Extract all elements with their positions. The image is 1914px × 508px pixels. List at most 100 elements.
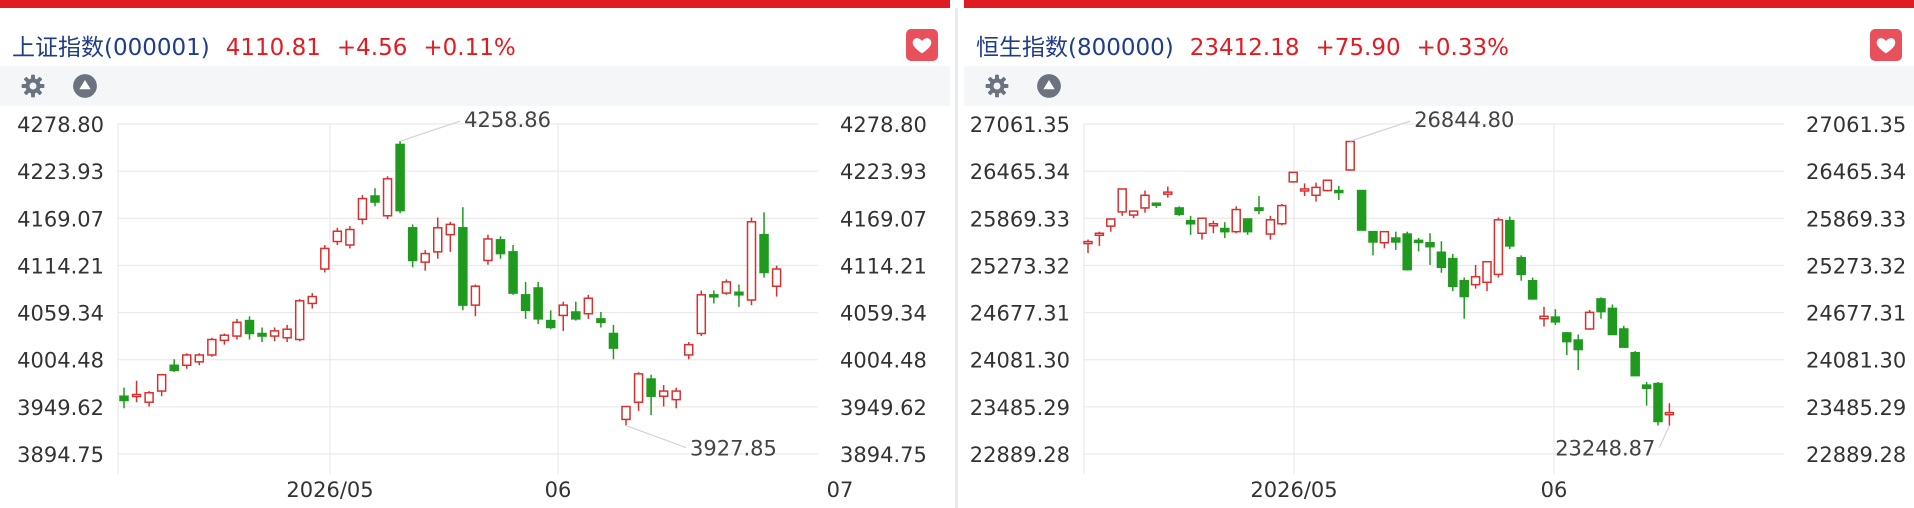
y-tick-label-left: 4114.21 xyxy=(17,254,104,278)
y-tick-label-left: 23485.29 xyxy=(970,396,1070,420)
index-change-pct: +0.11% xyxy=(423,35,516,61)
candle-body xyxy=(533,287,543,320)
candle-body xyxy=(1299,188,1310,192)
candle xyxy=(1505,216,1515,250)
y-tick-label-right: 3894.75 xyxy=(840,443,927,467)
candle-body xyxy=(307,295,317,305)
candle-body xyxy=(1641,384,1652,390)
shanghai-index-panel: 上证指数(000001) 4110.81 +4.56 +0.11% 4278.80 42… xyxy=(0,0,950,508)
candle xyxy=(144,391,154,407)
candle xyxy=(709,290,719,304)
candle-body xyxy=(1459,279,1469,298)
candle xyxy=(646,374,656,416)
hang-seng-index-panel: 恒生指数(800000) 23412.18 +75.90 +0.33% 27061.3… xyxy=(964,0,1914,508)
candle xyxy=(1379,230,1390,249)
candle xyxy=(1083,239,1093,254)
gear-icon xyxy=(985,74,1009,98)
candle xyxy=(244,316,255,340)
panel-header: 上证指数(000001) 4110.81 +4.56 +0.11% xyxy=(0,8,950,66)
candle xyxy=(1334,185,1344,201)
candle-body xyxy=(1322,179,1333,192)
candle-body xyxy=(1106,218,1116,227)
y-tick-label-left: 26465.34 xyxy=(970,160,1070,184)
candle-body xyxy=(370,195,380,203)
candle xyxy=(307,293,317,309)
candle xyxy=(445,221,456,252)
candle xyxy=(1493,217,1504,278)
candle xyxy=(257,327,267,343)
candle-body xyxy=(1345,140,1355,171)
candle xyxy=(420,250,430,271)
candle-body xyxy=(1539,315,1549,320)
index-name[interactable]: 上证指数(000001) xyxy=(12,35,210,61)
candle xyxy=(734,284,744,307)
candle-body xyxy=(445,223,456,236)
candle-body xyxy=(1493,219,1504,276)
candle xyxy=(1094,231,1105,246)
settings-button[interactable] xyxy=(20,73,46,99)
candle xyxy=(1174,206,1184,216)
candle xyxy=(596,312,606,328)
candle-body xyxy=(382,178,393,217)
candle xyxy=(621,405,631,426)
candle xyxy=(1311,182,1321,202)
y-tick-label-left: 4004.48 xyxy=(17,349,104,373)
candle xyxy=(658,385,669,407)
candle xyxy=(1413,238,1424,252)
y-tick-label-right: 24677.31 xyxy=(1806,302,1906,326)
y-tick-label-right: 4114.21 xyxy=(840,254,927,278)
collapse-button[interactable] xyxy=(1036,73,1062,99)
candle-body xyxy=(156,373,167,392)
candle xyxy=(1516,255,1526,281)
candle-body xyxy=(571,311,581,320)
candle-body xyxy=(1208,223,1219,227)
candle-body xyxy=(257,332,267,337)
candle-body xyxy=(131,393,142,398)
candle-body xyxy=(1482,260,1492,284)
index-name[interactable]: 恒生指数(800000) xyxy=(976,35,1174,61)
candle xyxy=(282,324,292,343)
favorite-button[interactable] xyxy=(1870,29,1902,61)
x-tick-label: 06 xyxy=(1541,478,1568,502)
y-tick-label-left: 22889.28 xyxy=(970,443,1070,467)
candle-body xyxy=(395,143,405,212)
candle-body xyxy=(232,321,242,337)
candle xyxy=(1641,381,1652,406)
candle xyxy=(1653,381,1663,426)
candle-body xyxy=(1402,233,1412,271)
y-tick-label-right: 4004.48 xyxy=(840,349,927,373)
favorite-button[interactable] xyxy=(906,29,938,61)
candle-body xyxy=(1197,217,1207,235)
triangle-up-icon xyxy=(1037,74,1061,98)
candle-body xyxy=(696,294,707,335)
collapse-button[interactable] xyxy=(72,73,98,99)
candle xyxy=(495,236,506,259)
y-tick-label-left: 24081.30 xyxy=(970,349,1070,373)
candle-body xyxy=(1311,186,1321,197)
candle-body xyxy=(169,364,179,372)
candle xyxy=(182,353,192,369)
candle-body xyxy=(1277,204,1287,225)
candle xyxy=(1425,233,1435,265)
x-tick-label: 2026/05 xyxy=(286,478,373,502)
candle xyxy=(1436,241,1447,273)
candle xyxy=(1391,231,1401,250)
candle-body xyxy=(1140,194,1150,209)
candle-body xyxy=(458,227,468,306)
candle-body xyxy=(420,252,430,263)
y-tick-label-right: 4278.80 xyxy=(840,113,927,137)
candle xyxy=(1197,217,1207,240)
candle-body xyxy=(269,330,280,337)
candle xyxy=(1117,188,1127,216)
candle-body xyxy=(1562,332,1572,343)
candle-body xyxy=(320,247,330,270)
candle-body xyxy=(1470,276,1481,286)
candle-body xyxy=(207,338,217,356)
candle-body xyxy=(182,354,192,367)
candle xyxy=(382,176,393,220)
y-tick-label-left: 3949.62 xyxy=(17,396,104,420)
settings-button[interactable] xyxy=(984,73,1010,99)
triangle-up-icon xyxy=(73,74,97,98)
candlestick-chart: 4278.80 4278.80 4223.93 4223.93 4169.07 4169.… xyxy=(17,108,927,502)
candle xyxy=(119,387,129,409)
